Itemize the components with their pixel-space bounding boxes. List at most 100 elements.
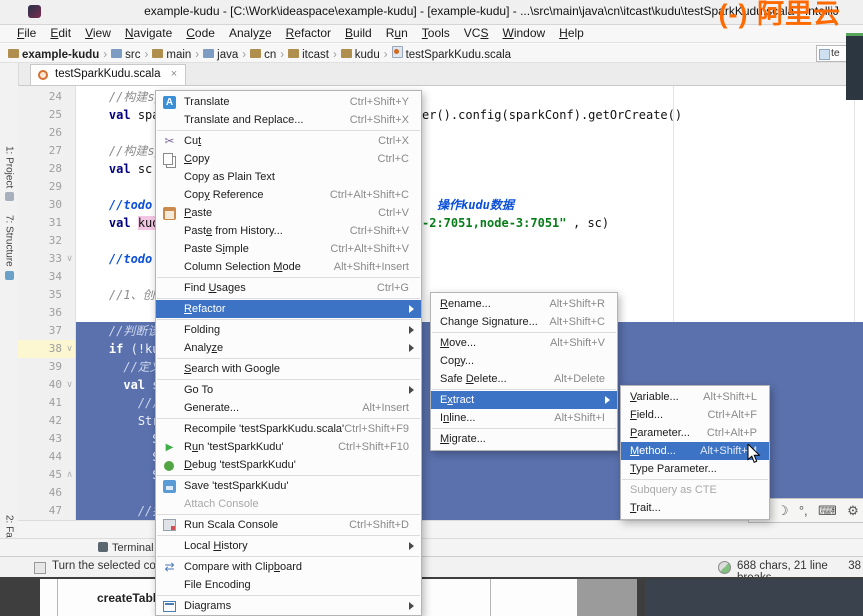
menubar-item-tools[interactable]: Tools	[415, 25, 457, 41]
tab-testsparkkudu[interactable]: testSparkKudu.scala ×	[30, 64, 187, 85]
menu-item-translate[interactable]: A Translate Ctrl+Shift+Y	[156, 93, 421, 111]
menu-item-run-scala-console[interactable]: Run Scala Console Ctrl+Shift+D	[156, 516, 421, 534]
menu-item-debug-testsparkkudu[interactable]: Debug 'testSparkKudu'	[156, 456, 421, 474]
line-number-34[interactable]: 34	[18, 268, 62, 286]
line-number-36[interactable]: 36	[18, 304, 62, 322]
menubar-item-navigate[interactable]: Navigate	[118, 25, 179, 41]
menu-item-variable[interactable]: Variable... Alt+Shift+L	[621, 388, 769, 406]
line-number-26[interactable]: 26	[18, 124, 62, 142]
menu-item-save-testsparkkudu[interactable]: Save 'testSparkKudu'	[156, 477, 421, 495]
line-number-47[interactable]: 47	[18, 502, 62, 520]
menubar-item-refactor[interactable]: Refactor	[279, 25, 338, 41]
menu-shortcut: Ctrl+C	[377, 153, 409, 165]
breadcrumb-item-cn[interactable]: cn	[264, 49, 276, 61]
line-number-42[interactable]: 42	[18, 412, 62, 430]
menubar-item-file[interactable]: File	[10, 25, 43, 41]
line-number-46[interactable]: 46	[18, 484, 62, 502]
close-icon[interactable]: ×	[171, 68, 177, 80]
menu-item-inline[interactable]: Inline... Alt+Shift+I	[431, 409, 617, 427]
breadcrumb-item-java[interactable]: java	[217, 49, 238, 61]
menu-item-find-usages[interactable]: Find Usages Ctrl+G	[156, 279, 421, 297]
fold-marker-icon[interactable]: ∧	[64, 466, 75, 484]
line-number-31[interactable]: 31	[18, 214, 62, 232]
menu-item-generate[interactable]: Generate... Alt+Insert	[156, 399, 421, 417]
breadcrumb-item-example-kudu[interactable]: example-kudu	[22, 49, 99, 61]
breadcrumb-item-src[interactable]: src	[125, 49, 140, 61]
degree-icon[interactable]: °,	[799, 503, 808, 518]
line-number-32[interactable]: 32	[18, 232, 62, 250]
menu-item-parameter[interactable]: Parameter... Ctrl+Alt+P	[621, 424, 769, 442]
keyboard-icon[interactable]: ⌨	[818, 503, 837, 519]
menu-item-rename[interactable]: Rename... Alt+Shift+R	[431, 295, 617, 313]
menu-item-copy[interactable]: Copy Ctrl+C	[156, 150, 421, 168]
caret-position[interactable]: 38	[848, 560, 861, 572]
menu-item-label: Inline...	[440, 412, 476, 424]
fold-marker-icon[interactable]: ∨	[64, 340, 75, 358]
line-number-30[interactable]: 30	[18, 196, 62, 214]
menu-item-change-signature[interactable]: Change Signature... Alt+Shift+C	[431, 313, 617, 331]
menu-item-copy-reference[interactable]: Copy Reference Ctrl+Alt+Shift+C	[156, 186, 421, 204]
stripe-tab-7-structure[interactable]: 7: Structure	[0, 215, 18, 280]
menu-item-column-selection-mode[interactable]: Column Selection Mode Alt+Shift+Insert	[156, 258, 421, 276]
line-number-39[interactable]: 39	[18, 358, 62, 376]
line-number-44[interactable]: 44	[18, 448, 62, 466]
menubar-item-window[interactable]: Window	[495, 25, 552, 41]
menubar-item-vcs[interactable]: VCS	[457, 25, 496, 41]
menu-item-folding[interactable]: Folding	[156, 321, 421, 339]
gutter[interactable]: 24 25 26 27 28 29 30 31 32 33 ∨ 34 35 36 37 38 ∨ 39 40 ∨ 41 4…	[18, 86, 76, 520]
menu-item-search-with-google[interactable]: Search with Google	[156, 360, 421, 378]
menu-item-trait[interactable]: Trait...	[621, 499, 769, 517]
gear-icon[interactable]: ⚙	[847, 503, 859, 519]
menubar-item-edit[interactable]: Edit	[43, 25, 78, 41]
menubar-item-code[interactable]: Code	[179, 25, 222, 41]
breadcrumb-item-testsparkkudu-scala[interactable]: testSparkKudu.scala	[406, 49, 511, 61]
menubar-item-run[interactable]: Run	[379, 25, 415, 41]
menu-item-paste-from-history[interactable]: Paste from History... Ctrl+Shift+V	[156, 222, 421, 240]
background-block	[645, 579, 863, 616]
line-number-27[interactable]: 27	[18, 142, 62, 160]
fold-marker-icon[interactable]: ∨	[64, 376, 75, 394]
menu-item-move[interactable]: Move... Alt+Shift+V	[431, 334, 617, 352]
menubar-item-analyze[interactable]: Analyze	[222, 25, 279, 41]
toolwindow-button-terminal[interactable]: Terminal	[98, 541, 154, 554]
fold-marker-icon[interactable]: ∨	[64, 250, 75, 268]
menu-item-refactor[interactable]: Refactor	[156, 300, 421, 318]
line-number-41[interactable]: 41	[18, 394, 62, 412]
line-number-40[interactable]: 40	[18, 376, 62, 394]
menubar-item-view[interactable]: View	[78, 25, 118, 41]
menu-item-paste-simple[interactable]: Paste Simple Ctrl+Alt+Shift+V	[156, 240, 421, 258]
line-number-37[interactable]: 37	[18, 322, 62, 340]
moon-icon[interactable]: ☽	[777, 503, 789, 519]
menu-item-file-encoding[interactable]: File Encoding	[156, 576, 421, 594]
menu-item-field[interactable]: Field... Ctrl+Alt+F	[621, 406, 769, 424]
line-number-33[interactable]: 33	[18, 250, 62, 268]
menubar-item-help[interactable]: Help	[552, 25, 591, 41]
menu-item-compare-with-clipboard[interactable]: ⇄ Compare with Clipboard	[156, 558, 421, 576]
menu-item-translate-and-replace[interactable]: Translate and Replace... Ctrl+Shift+X	[156, 111, 421, 129]
menu-item-extract[interactable]: Extract	[431, 391, 617, 409]
line-number-28[interactable]: 28	[18, 160, 62, 178]
menu-item-analyze[interactable]: Analyze	[156, 339, 421, 357]
line-number-25[interactable]: 25	[18, 106, 62, 124]
stripe-tab-1-project[interactable]: 1: Project	[0, 146, 18, 202]
line-number-45[interactable]: 45	[18, 466, 62, 484]
menu-item-go-to[interactable]: Go To	[156, 381, 421, 399]
breadcrumb-item-kudu[interactable]: kudu	[355, 49, 380, 61]
menu-item-recompile-testsparkkudu-scala[interactable]: Recompile 'testSparkKudu.scala' Ctrl+Shif…	[156, 420, 421, 438]
menubar-item-build[interactable]: Build	[338, 25, 379, 41]
breadcrumb-item-main[interactable]: main	[166, 49, 191, 61]
menu-item-paste[interactable]: Paste Ctrl+V	[156, 204, 421, 222]
line-number-35[interactable]: 35	[18, 286, 62, 304]
menu-item-safe-delete[interactable]: Safe Delete... Alt+Delete	[431, 370, 617, 388]
breadcrumb-item-itcast[interactable]: itcast	[302, 49, 329, 61]
line-number-24[interactable]: 24	[18, 88, 62, 106]
menu-item-local-history[interactable]: Local History	[156, 537, 421, 555]
menu-item-diagrams[interactable]: Diagrams	[156, 597, 421, 615]
menu-item-copy-as-plain-text[interactable]: Copy as Plain Text	[156, 168, 421, 186]
menu-item-migrate[interactable]: Migrate...	[431, 430, 617, 448]
line-number-29[interactable]: 29	[18, 178, 62, 196]
menu-item-cut[interactable]: ✂ Cut Ctrl+X	[156, 132, 421, 150]
menu-item-run-testsparkkudu[interactable]: ▶ Run 'testSparkKudu' Ctrl+Shift+F10	[156, 438, 421, 456]
line-number-43[interactable]: 43	[18, 430, 62, 448]
menu-item-copy[interactable]: Copy...	[431, 352, 617, 370]
